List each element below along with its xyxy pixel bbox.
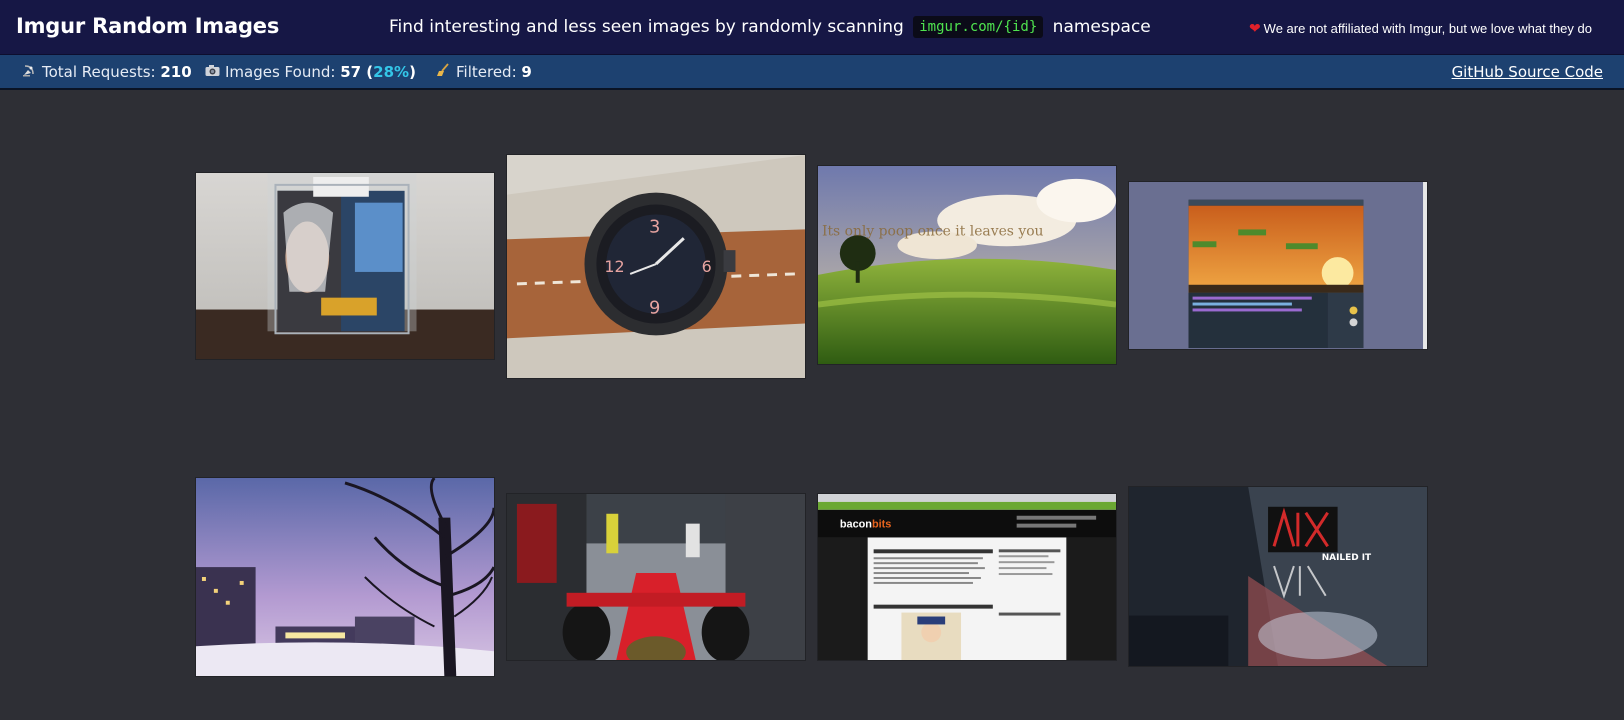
stats-bar: Total Requests: 210 Images Found: 57 (28… [0, 55, 1624, 90]
site-name-accent-text: bits [872, 519, 891, 531]
random-image-6[interactable] [506, 493, 806, 661]
random-image-5[interactable] [195, 477, 495, 677]
filtered-label: Filtered: [456, 63, 522, 81]
random-image-1[interactable] [195, 172, 495, 360]
total-requests-stat: Total Requests: 210 [22, 63, 192, 81]
total-requests-value: 210 [160, 63, 192, 81]
random-image-2[interactable]: 3 9 6 12 [506, 154, 806, 379]
rifle-closeup-image: NAILED IT [1129, 487, 1427, 666]
svg-text:12: 12 [604, 257, 624, 276]
images-found-value: 57 [340, 63, 362, 81]
image-caption-text: Its only poop once it leaves you [822, 223, 1044, 239]
images-found-stat: Images Found: 57 (28%) [205, 63, 416, 81]
disclaimer-text: We are not affiliated with Imgur, but we… [1263, 21, 1592, 36]
top-header: Imgur Random Images Find interesting and… [0, 0, 1624, 55]
svg-text:9: 9 [649, 298, 660, 319]
app-title: Imgur Random Images [16, 14, 280, 38]
green-meadow-image: Its only poop once it leaves you [818, 166, 1116, 364]
svg-text:3: 3 [649, 216, 660, 237]
images-found-label: Images Found: [225, 63, 341, 81]
site-name-text: bacon [840, 519, 872, 531]
images-found-close-paren: ) [409, 63, 416, 81]
image-caption-text-2: NAILED IT [1322, 553, 1372, 563]
wristwatch-image: 3 9 6 12 [507, 155, 805, 378]
tagline-text-end: namespace [1052, 17, 1151, 37]
filtered-value: 9 [521, 63, 532, 81]
namespace-code: imgur.com/{id} [913, 16, 1044, 38]
camera-icon [205, 64, 221, 81]
satellite-dish-icon [22, 63, 38, 81]
broom-icon [436, 63, 452, 81]
total-requests-label: Total Requests: [42, 63, 161, 81]
filtered-stat: Filtered: 9 [436, 63, 532, 81]
baconbits-webpage-image: baconbits [818, 494, 1116, 660]
svg-text:baconbits: baconbits [840, 519, 892, 531]
random-image-7[interactable]: baconbits [817, 493, 1117, 661]
random-image-4[interactable] [1128, 181, 1428, 350]
random-image-3[interactable]: Its only poop once it leaves you [817, 165, 1117, 365]
svg-text:6: 6 [702, 257, 712, 276]
game-screenshot-image [1129, 182, 1427, 349]
formula-one-car-image [507, 494, 805, 660]
warcraft-box-image [196, 173, 494, 359]
heart-icon: ❤ [1248, 20, 1261, 36]
tagline-text-start: Find interesting and less seen images by… [389, 17, 904, 37]
images-found-percent: 28% [373, 63, 410, 81]
images-found-open-paren: ( [361, 63, 374, 81]
random-image-8[interactable]: NAILED IT [1128, 486, 1428, 667]
github-source-link[interactable]: GitHub Source Code [1452, 63, 1603, 81]
winter-dusk-image [196, 478, 494, 676]
tagline: Find interesting and less seen images by… [389, 16, 1151, 39]
disclaimer: ❤ We are not affiliated with Imgur, but w… [1249, 20, 1592, 37]
